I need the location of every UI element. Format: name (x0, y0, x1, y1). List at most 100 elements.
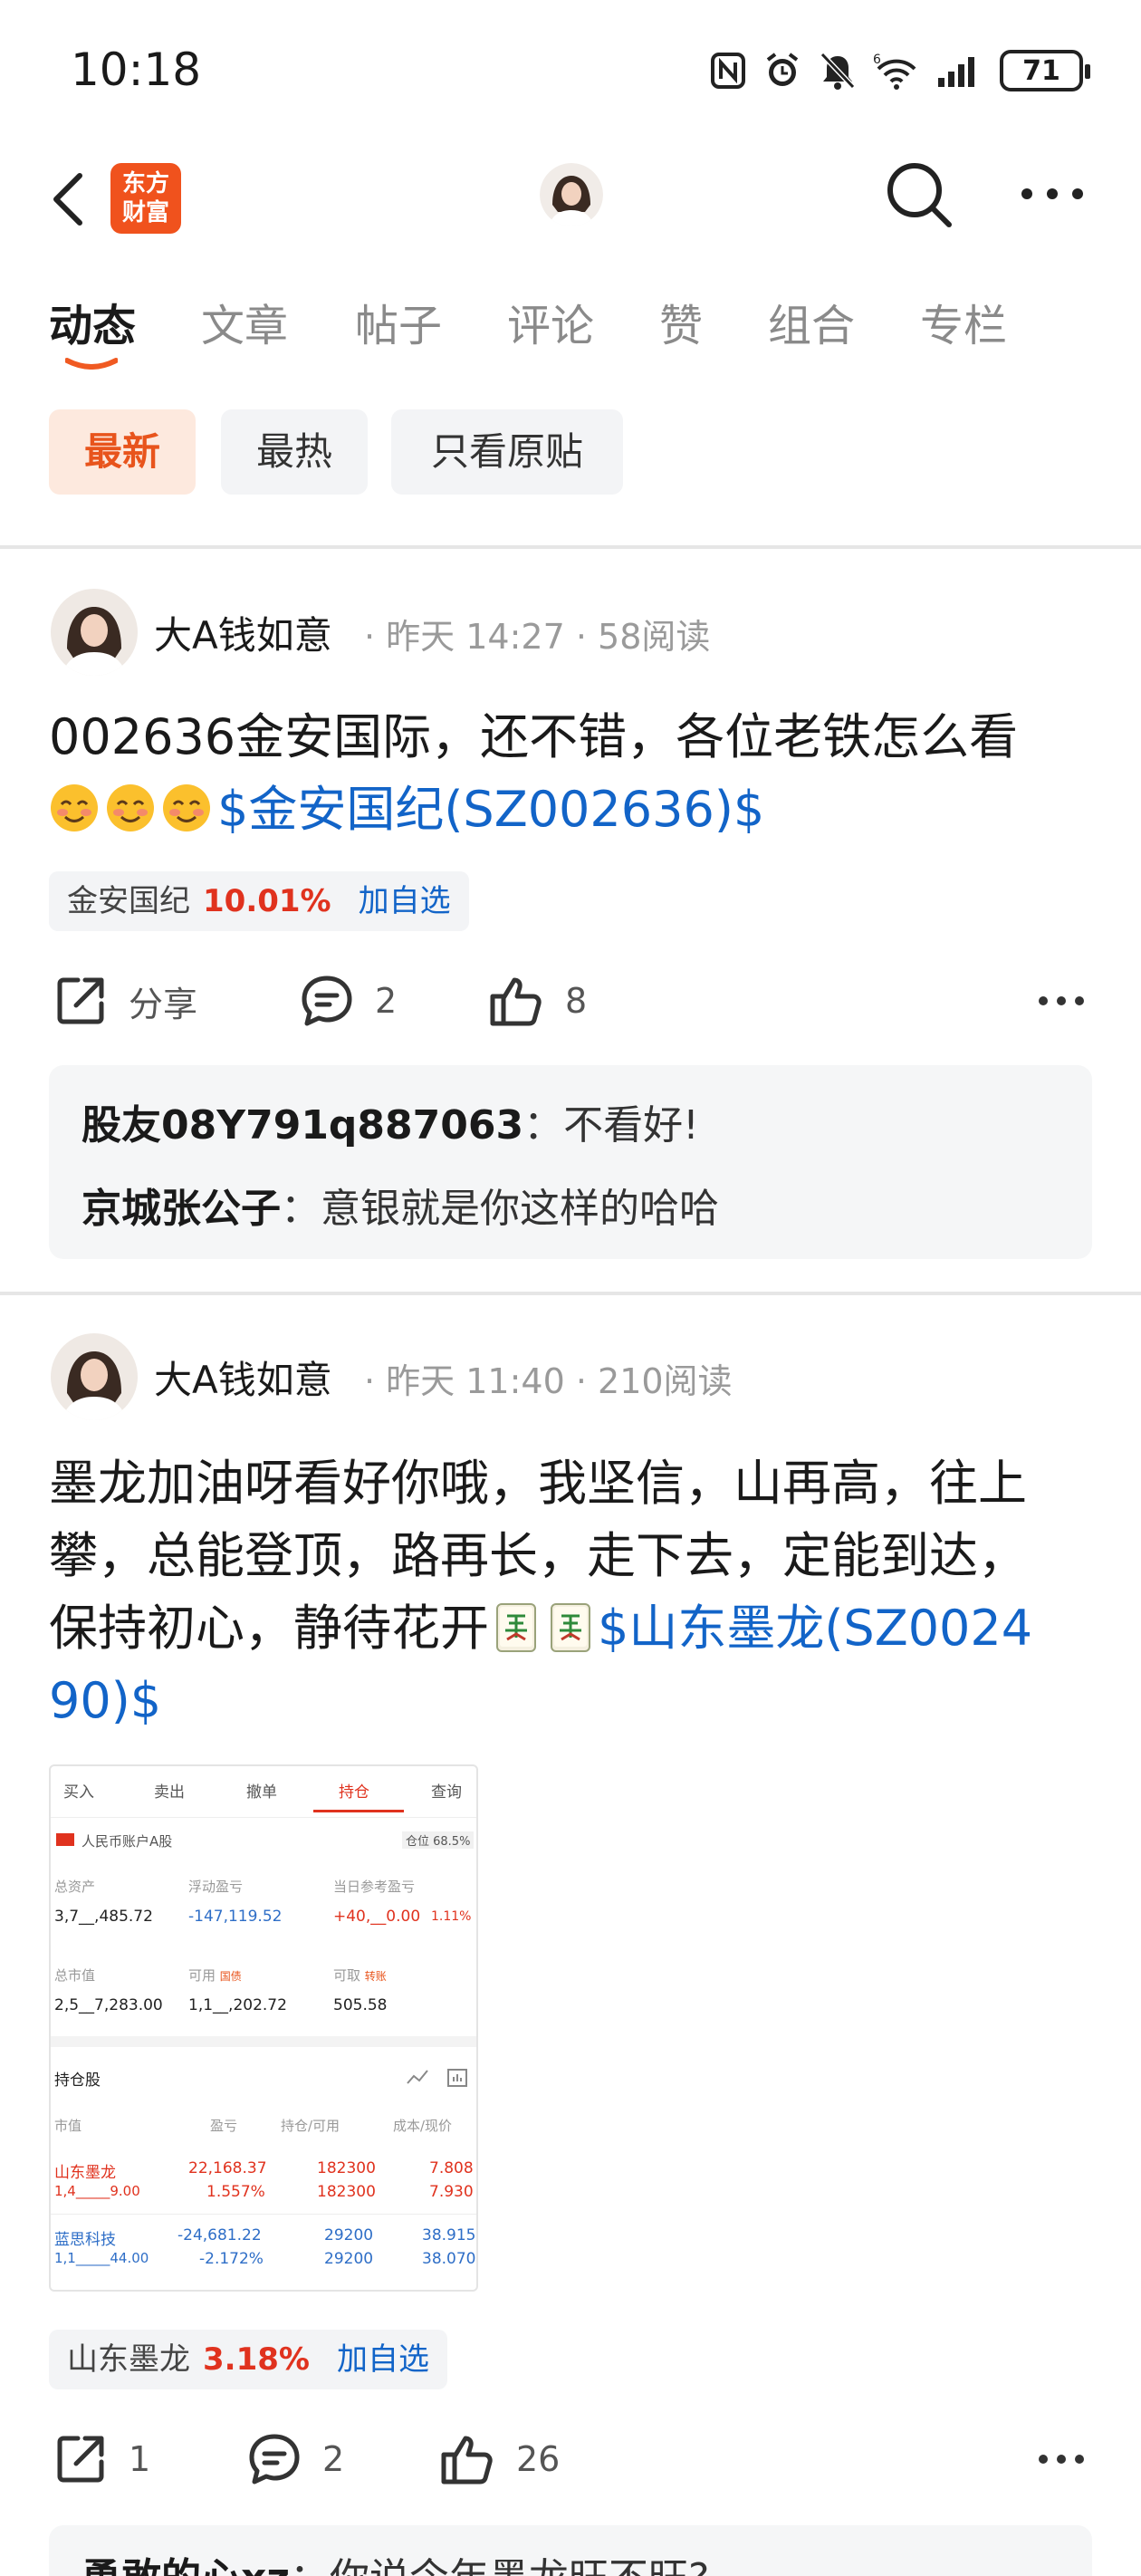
thumb-row-plpct: 1.557% (206, 2183, 265, 2201)
app-logo: 东方 财富 (110, 163, 181, 234)
comment-user[interactable]: 股友08Y791q887063 (82, 1102, 523, 1149)
comment-preview[interactable]: 勇敢的心xz：你说今年墨龙旺不旺? (49, 2525, 1092, 2576)
tab-posts[interactable]: 帖子 (355, 290, 442, 353)
logo-text-bottom: 财富 (121, 199, 169, 226)
thumb-divider (51, 2036, 476, 2047)
add-watchlist-button[interactable]: 加自选 (359, 883, 451, 919)
back-arrow-icon[interactable] (43, 163, 98, 235)
post-reads: 58阅读 (598, 617, 711, 657)
post-more-icon[interactable] (1038, 995, 1085, 1007)
thumb-label: 可取 转账 (333, 1966, 387, 1985)
comment-user[interactable]: 勇敢的心xz (82, 2555, 290, 2576)
status-icons: 6 71 (710, 47, 1090, 94)
cn-flag-icon (56, 1833, 74, 1846)
thumb-row-avail: 182300 (317, 2183, 376, 2201)
post-content[interactable]: 002636金安国际，还不错，各位老铁怎么看 $金安国纪(SZ002636)$ (49, 701, 1099, 846)
comment-preview[interactable]: 股友08Y791q887063：不看好! 京城张公子：意银就是你这样的哈哈 (49, 1065, 1092, 1259)
post-meta: · 昨天 14:27 · 58阅读 (364, 609, 710, 658)
comment-item: 京城张公子：意银就是你这样的哈哈 (82, 1186, 719, 1232)
post-more-icon[interactable] (1038, 2453, 1085, 2465)
stock-tag-link[interactable]: $山东墨龙(SZ0024 (598, 1600, 1032, 1657)
stock-tag-link[interactable]: 90)$ (49, 1672, 161, 1729)
comment-item: 勇敢的心xz：你说今年墨龙旺不旺? (82, 2545, 709, 2576)
avatar[interactable] (540, 163, 603, 226)
nfc-icon (711, 53, 745, 89)
tab-column[interactable]: 专栏 (920, 290, 1007, 353)
post-author[interactable]: 大A钱如意 (154, 605, 332, 660)
header: 东方 财富 (0, 145, 1141, 245)
stock-tag-link[interactable]: $金安国纪(SZ002636)$ (217, 781, 764, 838)
tab-comments[interactable]: 评论 (507, 290, 594, 353)
thumb-label: 可用 国债 (188, 1966, 242, 1985)
post-time: 昨天 11:40 (386, 1361, 565, 1401)
meta-separator: · (564, 617, 599, 657)
tab-portfolio[interactable]: 组合 (768, 290, 855, 353)
alarm-icon (766, 53, 799, 86)
stock-name: 金安国纪 (67, 883, 190, 919)
post-avatar[interactable] (51, 589, 138, 676)
blush-emoji-icon (51, 784, 98, 831)
tab-bar: 动态 文章 帖子 评论 赞 组合 专栏 (0, 290, 1141, 371)
post-content[interactable]: 墨龙加油呀看好你哦，我坚信，山再高，往上 攀，总能登顶，路再长，走下去，定能到达… (49, 1447, 1099, 1737)
thumb-divider (51, 1817, 476, 1818)
thumb-value: +40,__0.00 (333, 1908, 421, 1926)
thumb-value: 505.58 (333, 1996, 388, 2014)
thumb-tab-indicator (313, 1810, 404, 1812)
thumb-row-price: 38.070 (422, 2250, 476, 2268)
divider (0, 1292, 1141, 1295)
tab-likes[interactable]: 赞 (659, 290, 703, 353)
comment-icon (249, 2434, 300, 2485)
more-options-icon[interactable] (1020, 183, 1085, 205)
blush-emoji-icon (163, 784, 210, 831)
post-time: 昨天 14:27 (386, 617, 565, 657)
like-button[interactable]: 8 (487, 969, 587, 1033)
post-image[interactable]: 买入 卖出 撤单 持仓 查询 人民币账户A股 仓位 68.5% 总资产 浮动盈亏… (49, 1764, 478, 2292)
comment-text: 意银就是你这样的哈哈 (321, 1186, 719, 1232)
stock-chip[interactable]: 山东墨龙 3.18% 加自选 (49, 2330, 447, 2389)
thumb-value: 1.11% (431, 1909, 472, 1924)
filter-latest[interactable]: 最新 (49, 409, 196, 495)
thumb-available-label: 可用 (188, 1967, 216, 1984)
thumb-tab: 买入 (63, 1783, 94, 1802)
share-button[interactable]: 分享 (53, 969, 197, 1033)
filter-original-only[interactable]: 只看原贴 (391, 409, 623, 495)
thumb-row-avail: 29200 (324, 2250, 374, 2268)
post-text-line: 002636金安国际，还不错，各位老铁怎么看 (49, 708, 1019, 765)
thumb-row-name: 山东墨龙 (54, 2164, 116, 2182)
thumb-trend-icon (407, 2070, 428, 2084)
thumb-row-mv: 1,1_____44.00 (54, 2250, 149, 2266)
meta-separator: · (564, 1361, 599, 1401)
share-button[interactable]: 1 (53, 2427, 150, 2491)
mahjong-fa-icon (551, 1603, 590, 1652)
tab-articles[interactable]: 文章 (201, 290, 288, 353)
logo-text-top: 东方 (121, 170, 169, 197)
search-icon[interactable] (882, 158, 956, 232)
comment-icon (302, 976, 352, 1026)
thumb-row-mv: 1,4_____9.00 (54, 2183, 140, 2199)
avatar-image (51, 1333, 138, 1420)
comment-button[interactable]: 2 (246, 2427, 344, 2491)
comment-button[interactable]: 2 (299, 969, 397, 1033)
thumb-row-qty: 182300 (317, 2159, 376, 2177)
stock-chip[interactable]: 金安国纪 10.01% 加自选 (49, 871, 469, 931)
filter-hottest[interactable]: 最热 (221, 409, 368, 495)
thumb-label: 总市值 (54, 1967, 96, 1984)
like-button[interactable]: 26 (438, 2427, 560, 2491)
post-reads: 210阅读 (598, 1361, 733, 1401)
post-text-line: 保持初心，静待花开 $山东墨龙(SZ0024 (49, 1592, 1099, 1665)
thumb-row-name: 蓝思科技 (54, 2231, 116, 2249)
share-icon (57, 977, 104, 1024)
thumb-tab-active: 持仓 (339, 1783, 369, 1802)
thumb-holdings-title: 持仓股 (54, 2071, 101, 2090)
tab-dynamic[interactable]: 动态 (49, 290, 136, 353)
meta-separator: · (364, 1361, 387, 1401)
add-watchlist-button[interactable]: 加自选 (337, 2341, 429, 2378)
comment-user[interactable]: 京城张公子 (82, 1186, 281, 1232)
thumb-row-plpct: -2.172% (199, 2250, 264, 2268)
thumb-label: 浮动盈亏 (188, 1879, 244, 1895)
post-author[interactable]: 大A钱如意 (154, 1350, 332, 1405)
divider (0, 545, 1141, 549)
thumb-account: 人民币账户A股 (82, 1833, 173, 1850)
post-avatar[interactable] (51, 1333, 138, 1420)
share-label: 分享 (129, 984, 198, 1024)
